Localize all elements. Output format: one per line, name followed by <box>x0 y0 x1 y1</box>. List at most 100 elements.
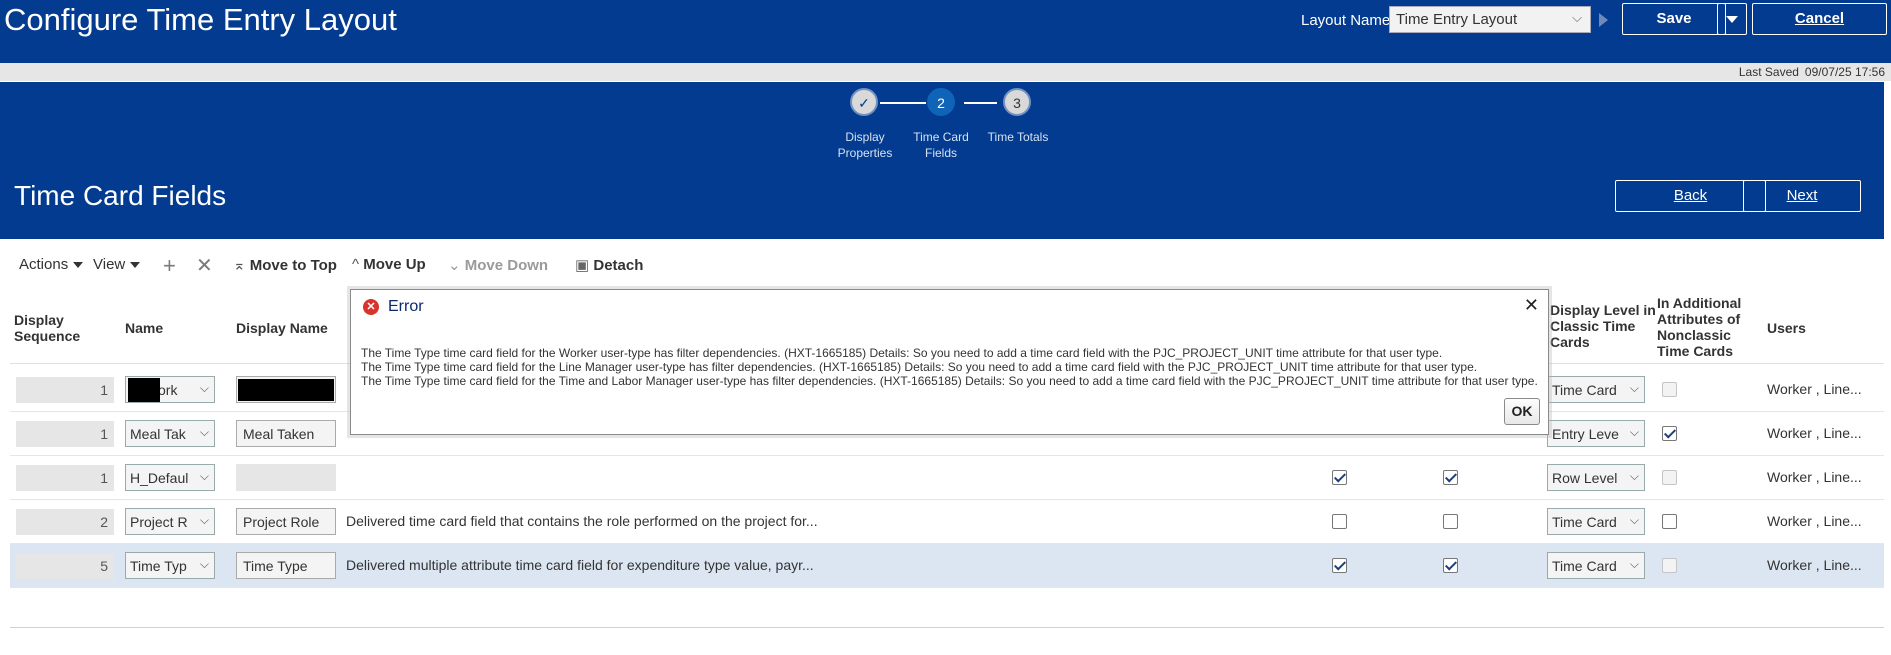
name-select[interactable]: H_Defaul ⌵ <box>125 464 215 491</box>
move-to-top-label: Move to Top <box>249 257 337 274</box>
actions-label: Actions <box>19 256 69 273</box>
move-up-button[interactable]: ^ Move Up <box>352 256 426 273</box>
move-to-top-button[interactable]: ⌅ Move to Top <box>233 256 337 274</box>
col-in-additional-attributes[interactable]: In Additional Attributes of Nonclassic T… <box>1657 295 1757 359</box>
description-text: Delivered time card field that contains … <box>346 513 818 529</box>
name-select[interactable]: Project R ⌵ <box>125 508 215 535</box>
description-text: Delivered multiple attribute time card f… <box>346 557 814 573</box>
display-name-input[interactable]: Meal Taken <box>236 420 336 447</box>
additional-attributes-checkbox[interactable] <box>1662 558 1677 573</box>
display-name-input[interactable] <box>236 464 336 491</box>
display-level-select[interactable]: Time Card ⌵ <box>1547 508 1645 535</box>
enabled-checkbox[interactable] <box>1332 558 1347 573</box>
section-title: Time Card Fields <box>14 180 227 211</box>
chevron-down-icon: ⌵ <box>1629 513 1639 527</box>
users-value[interactable]: Worker , Line... <box>1767 469 1862 485</box>
redaction-block <box>238 379 334 401</box>
enabled-checkbox[interactable] <box>1332 514 1347 529</box>
dialog-message: The Time Type time card field for the Wo… <box>361 346 1538 388</box>
name-select[interactable]: Meal Tak ⌵ <box>125 420 215 447</box>
required-checkbox[interactable] <box>1443 470 1458 485</box>
additional-attributes-checkbox[interactable] <box>1662 514 1677 529</box>
name-select[interactable]: Time Typ ⌵ <box>125 552 215 579</box>
name-value: ork <box>158 382 178 398</box>
table-row[interactable]: 5 Time Typ ⌵ Time Type Delivered multiple… <box>10 544 1884 588</box>
save-menu-button[interactable] <box>1717 3 1747 35</box>
error-message-line: The Time Type time card field for the Ti… <box>361 374 1538 388</box>
ok-button[interactable]: OK <box>1504 398 1540 425</box>
col-display-name[interactable]: Display Name <box>236 320 328 336</box>
display-sequence-input[interactable]: 1 <box>16 465 114 491</box>
display-sequence-input[interactable]: 1 <box>16 377 114 403</box>
last-saved-value: 09/07/25 17:56 <box>1804 65 1885 79</box>
table-row[interactable]: 1 H_Defaul ⌵ Row Level ⌵ Worker , Line... <box>10 456 1884 500</box>
chevron-down-icon: ⌵ <box>199 381 209 395</box>
move-down-button[interactable]: ⌄ Move Down <box>448 256 548 274</box>
users-value[interactable]: Worker , Line... <box>1767 381 1862 397</box>
caret-down-icon <box>130 262 141 269</box>
caret-down-icon <box>73 262 84 269</box>
display-level-select[interactable]: Row Level ⌵ <box>1547 464 1645 491</box>
error-message-line: The Time Type time card field for the Li… <box>361 360 1478 374</box>
name-value: Project R <box>130 514 188 530</box>
display-level-value: Time Card <box>1552 514 1617 530</box>
move-down-label: Move Down <box>464 257 549 274</box>
col-display-level[interactable]: Display Level in Classic Time Cards <box>1550 302 1660 350</box>
detach-button[interactable]: ▣ Detach <box>575 256 643 274</box>
display-sequence-input[interactable]: 1 <box>16 421 114 447</box>
train-step-time-card-fields[interactable]: 2 <box>927 88 955 116</box>
chevron-down-icon: ⌵ <box>1572 10 1582 25</box>
display-level-select[interactable]: Time Card ⌵ <box>1547 552 1645 579</box>
display-name-input[interactable]: Time Type <box>236 552 336 579</box>
additional-attributes-checkbox[interactable] <box>1662 426 1677 441</box>
arrow-right-icon <box>1599 13 1608 27</box>
cancel-button[interactable]: Cancel <box>1752 3 1887 35</box>
table-row[interactable]: 2 Project R ⌵ Project Role Delivered time… <box>10 500 1884 544</box>
next-button[interactable]: Next <box>1743 180 1861 212</box>
display-sequence-input[interactable]: 2 <box>16 509 114 535</box>
chevron-up-icon: ^ <box>352 256 360 273</box>
layout-name-select[interactable]: Time Entry Layout ⌵ <box>1389 6 1591 33</box>
display-level-select[interactable]: Entry Leve ⌵ <box>1547 420 1645 447</box>
train-step-label[interactable]: Time Card Fields <box>906 129 976 161</box>
status-strip <box>0 63 1891 81</box>
detach-label: Detach <box>593 257 644 274</box>
col-users[interactable]: Users <box>1767 320 1806 336</box>
enabled-checkbox[interactable] <box>1332 470 1347 485</box>
page-header: Configure Time Entry Layout Layout Name … <box>0 0 1891 63</box>
additional-attributes-checkbox[interactable] <box>1662 382 1677 397</box>
display-level-value: Time Card <box>1552 382 1617 398</box>
name-value: Time Typ <box>130 558 187 574</box>
chevron-down-icon: ⌵ <box>1629 425 1639 439</box>
layout-name-label: Layout Name <box>1301 12 1391 29</box>
col-display-sequence[interactable]: Display Sequence <box>14 312 104 344</box>
users-value[interactable]: Worker , Line... <box>1767 425 1862 441</box>
x-icon[interactable]: ✕ <box>196 253 213 278</box>
save-button[interactable]: Save <box>1622 3 1726 35</box>
redaction-block <box>128 378 160 402</box>
train-connector <box>880 102 926 104</box>
name-value: H_Defaul <box>130 470 189 486</box>
additional-attributes-checkbox[interactable] <box>1662 470 1677 485</box>
view-menu[interactable]: View <box>93 256 141 273</box>
users-value[interactable]: Worker , Line... <box>1767 513 1862 529</box>
last-saved: Last Saved 09/07/25 17:56 <box>1739 65 1885 79</box>
col-name[interactable]: Name <box>125 320 163 336</box>
display-name-input[interactable]: Project Role <box>236 508 336 535</box>
train-step-label[interactable]: Time Totals <box>983 129 1053 145</box>
display-level-value: Entry Leve <box>1552 426 1619 442</box>
actions-menu[interactable]: Actions <box>19 256 84 273</box>
users-value[interactable]: Worker , Line... <box>1767 557 1862 573</box>
close-icon[interactable]: ✕ <box>1524 295 1539 316</box>
view-label: View <box>93 256 126 273</box>
required-checkbox[interactable] <box>1443 558 1458 573</box>
train-step-display-properties[interactable]: ✓ <box>850 88 878 116</box>
train-step-time-totals[interactable]: 3 <box>1003 88 1031 116</box>
plus-icon[interactable]: + <box>163 253 176 279</box>
name-value: Meal Tak <box>130 426 186 442</box>
required-checkbox[interactable] <box>1443 514 1458 529</box>
display-sequence-input[interactable]: 5 <box>16 553 114 579</box>
train-step-label[interactable]: Display Properties <box>830 129 900 161</box>
error-message-line: The Time Type time card field for the Wo… <box>361 346 1443 360</box>
display-level-select[interactable]: Time Card ⌵ <box>1547 376 1645 403</box>
